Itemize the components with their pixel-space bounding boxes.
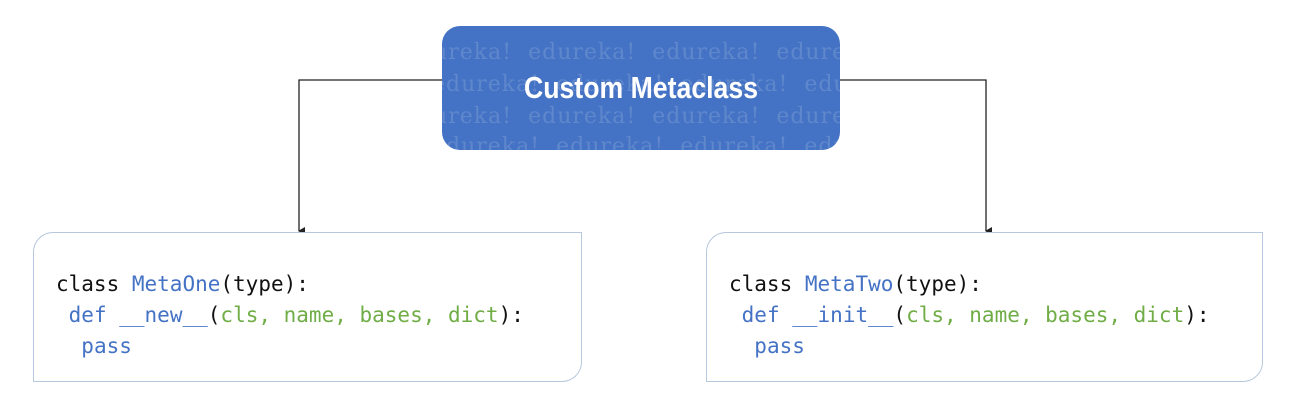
code-line-class: class MetaOne(type):	[56, 272, 309, 296]
code-line-def: def __init__(cls, name, bases, dict):	[741, 303, 1210, 327]
header-title: Custom Metaclass	[523, 70, 759, 105]
code-line-class: class MetaTwo(type):	[729, 272, 982, 296]
custom-metaclass-node: edureka! edureka! edureka! edureka! edur…	[442, 26, 840, 150]
class-name: MetaOne	[131, 272, 221, 296]
code-line-pass: pass	[754, 334, 805, 358]
method-name: __new__	[119, 303, 208, 327]
connector-left	[298, 79, 442, 235]
method-params: cls, name, bases, dict	[220, 303, 499, 327]
metaone-code-box: class MetaOne(type): def __new__(cls, na…	[33, 232, 582, 382]
method-params: cls, name, bases, dict	[906, 303, 1185, 327]
code-line-pass: pass	[81, 334, 132, 358]
code-line-def: def __new__(cls, name, bases, dict):	[68, 303, 524, 327]
connector-right	[840, 79, 992, 235]
class-name: MetaTwo	[804, 272, 894, 296]
metatwo-code-box: class MetaTwo(type): def __init__(cls, n…	[706, 232, 1263, 382]
method-name: __init__	[792, 303, 894, 327]
